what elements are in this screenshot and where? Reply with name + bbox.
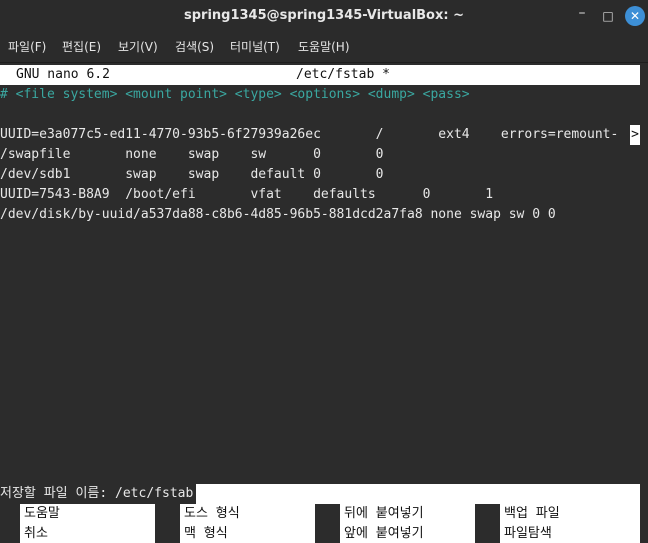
fstab-line: /dev/disk/by-uuid/a537da88-c8b6-4d85-96b… bbox=[0, 207, 556, 222]
fstab-line: UUID=e3a077c5-ed11-4770-93b5-6f27939a26e… bbox=[0, 127, 619, 142]
fstab-line: UUID=7543-B8A9 /boot/efi vfat defaults 0… bbox=[0, 187, 494, 202]
shortcut-label: 백업 파일 bbox=[500, 504, 640, 524]
menu-terminal[interactable]: 터미널(T) bbox=[230, 32, 280, 62]
shortcut-label: 파일탐색 bbox=[500, 524, 640, 543]
menu-file[interactable]: 파일(F) bbox=[8, 32, 46, 62]
shortcut-label: 도스 형식 bbox=[180, 504, 315, 524]
menu-bar: 파일(F) 편집(E) 보기(V) 검색(S) 터미널(T) 도움말(H) bbox=[0, 32, 648, 63]
shortcut-dos-format[interactable]: M-D 도스 형식 bbox=[160, 504, 315, 541]
shortcut-label: 맥 형식 bbox=[180, 524, 315, 543]
shortcut-label: 취소 bbox=[20, 524, 155, 543]
terminal-window: spring1345@spring1345-VirtualBox: ~ – □ … bbox=[0, 0, 648, 543]
shortcut-label: 뒤에 붙여넣기 bbox=[340, 504, 475, 524]
fstab-line: /swapfile none swap sw 0 0 bbox=[0, 147, 384, 162]
save-filename-input[interactable]: 저장할 파일 이름: /etc/fstab bbox=[0, 484, 197, 504]
shortcut-file-browser[interactable]: ^T 파일탐색 bbox=[480, 524, 640, 543]
menu-view[interactable]: 보기(V) bbox=[118, 32, 158, 62]
shortcut-label: 도움말 bbox=[20, 504, 155, 524]
shortcut-backup-file[interactable]: M-B 백업 파일 bbox=[480, 504, 640, 541]
fstab-comment-line: # <file system> <mount point> <type> <op… bbox=[0, 87, 470, 102]
terminal-area[interactable]: GNU nano 6.2 /etc/fstab * # <file system… bbox=[0, 63, 648, 543]
close-button[interactable]: ✕ bbox=[625, 6, 645, 26]
menu-help[interactable]: 도움말(H) bbox=[298, 32, 350, 62]
shortcut-mac-format[interactable]: M-M 맥 형식 bbox=[160, 524, 315, 543]
window-title: spring1345@spring1345-VirtualBox: ~ bbox=[184, 8, 464, 23]
menu-search[interactable]: 검색(S) bbox=[175, 32, 214, 62]
maximize-button[interactable]: □ bbox=[598, 6, 618, 26]
shortcut-append[interactable]: M-A 뒤에 붙여넣기 bbox=[320, 504, 475, 541]
shortcut-prepend[interactable]: M-P 앞에 붙여넣기 bbox=[320, 524, 475, 543]
shortcut-help[interactable]: ^G 도움말 bbox=[0, 504, 155, 541]
nano-header: GNU nano 6.2 /etc/fstab * bbox=[0, 65, 640, 85]
minimize-button[interactable]: – bbox=[572, 3, 592, 23]
fstab-line: /dev/sdb1 swap swap default 0 0 bbox=[0, 167, 384, 182]
title-bar[interactable]: spring1345@spring1345-VirtualBox: ~ – □ … bbox=[0, 0, 648, 32]
save-filename-prompt[interactable]: 저장할 파일 이름: /etc/fstab bbox=[0, 484, 640, 504]
shortcut-label: 앞에 붙여넣기 bbox=[340, 524, 475, 543]
nano-filename: /etc/fstab * bbox=[296, 67, 390, 82]
nano-version: GNU nano 6.2 bbox=[16, 67, 110, 82]
shortcut-cancel[interactable]: ^C 취소 bbox=[0, 524, 155, 543]
menu-edit[interactable]: 편집(E) bbox=[62, 32, 101, 62]
line-overflow-marker: > bbox=[630, 125, 640, 145]
